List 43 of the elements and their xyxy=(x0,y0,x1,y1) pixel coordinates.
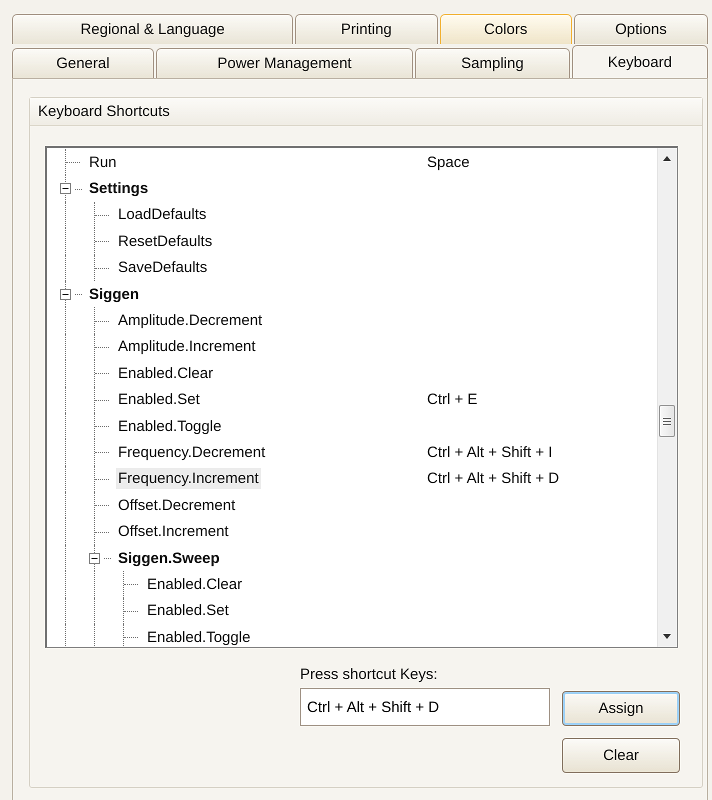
tree-item[interactable]: LoadDefaults xyxy=(116,204,208,226)
scroll-thumb[interactable] xyxy=(659,405,675,437)
shortcut-text: Space xyxy=(427,154,470,171)
shortcut-text: Ctrl + Alt + Shift + I xyxy=(427,444,552,461)
tab[interactable]: Sampling xyxy=(415,48,570,78)
tree-item[interactable]: Amplitude.Increment xyxy=(116,336,258,358)
tree-item[interactable]: Amplitude.Decrement xyxy=(116,310,264,332)
group-title: Keyboard Shortcuts xyxy=(30,98,702,126)
assign-button[interactable]: Assign xyxy=(562,691,680,726)
shortcut-text: Ctrl + E xyxy=(427,391,478,408)
tab[interactable]: Power Management xyxy=(156,48,414,78)
tab[interactable]: Keyboard xyxy=(572,45,708,78)
tree-item[interactable]: Siggen xyxy=(87,284,142,305)
tree-item[interactable]: Frequency.Decrement xyxy=(116,442,268,463)
tree-item[interactable]: SaveDefaults xyxy=(116,257,210,278)
tree-item[interactable]: Siggen.Sweep xyxy=(116,548,222,569)
tab[interactable]: Colors xyxy=(440,14,572,44)
tree-item[interactable]: Offset.Increment xyxy=(116,521,231,542)
tab[interactable]: Options xyxy=(574,14,708,44)
field-label: Press shortcut Keys: xyxy=(300,666,439,683)
tree-item[interactable]: Enabled.Clear xyxy=(145,574,244,595)
collapse-icon[interactable] xyxy=(60,288,71,300)
tree-item[interactable]: ResetDefaults xyxy=(116,230,214,252)
tab[interactable]: Printing xyxy=(295,14,438,44)
tree-item[interactable]: Enabled.Set xyxy=(145,600,231,622)
collapse-icon[interactable] xyxy=(89,552,100,564)
scroll-down-icon[interactable] xyxy=(663,634,671,639)
collapse-icon[interactable] xyxy=(60,183,71,194)
clear-button[interactable]: Clear xyxy=(562,738,680,773)
tree-item[interactable]: Enabled.Toggle xyxy=(116,416,224,437)
shortcut-input[interactable]: Ctrl + Alt + Shift + D xyxy=(300,688,550,726)
tab[interactable]: Regional & Language xyxy=(12,14,294,44)
tree-item[interactable]: Enabled.Toggle xyxy=(145,626,252,647)
tree-item[interactable]: Frequency.Increment xyxy=(116,468,261,490)
scroll-up-icon[interactable] xyxy=(663,156,671,161)
tree-item[interactable]: Run xyxy=(87,152,119,173)
tab[interactable]: General xyxy=(12,48,154,78)
tree-item[interactable]: Settings xyxy=(87,178,150,200)
scrollbar[interactable] xyxy=(657,148,677,647)
tree-item[interactable]: Offset.Decrement xyxy=(116,494,238,516)
shortcut-text: Ctrl + Alt + Shift + D xyxy=(427,470,560,488)
tree-item[interactable]: Enabled.Clear xyxy=(116,362,216,384)
tree-item[interactable]: Enabled.Set xyxy=(116,389,202,410)
